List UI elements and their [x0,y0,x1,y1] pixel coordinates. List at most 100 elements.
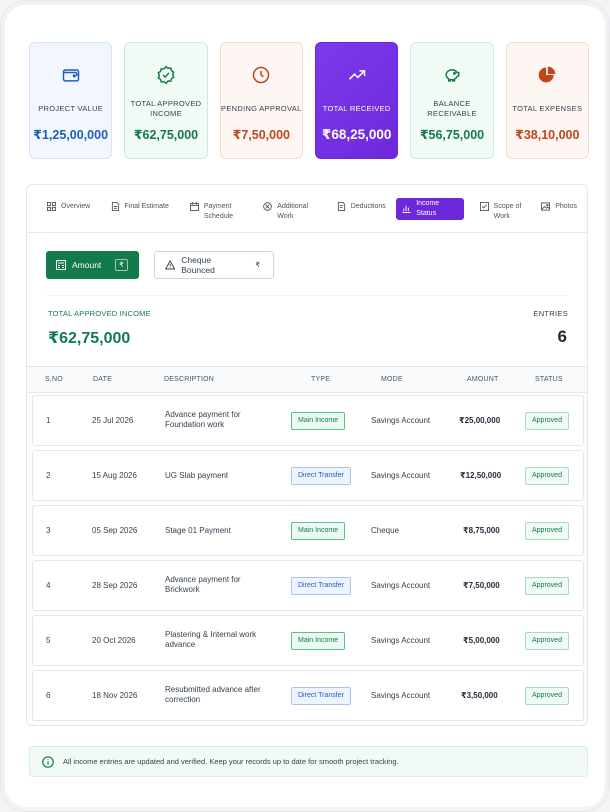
card-total-received[interactable]: TOTAL RECEIVED ₹68,25,000 [314,42,399,159]
tab-label: Payment Schedule [203,202,234,220]
pie-chart-icon [538,66,556,83]
tab-additional-work[interactable]: Additional Work [257,197,326,221]
total-approved-income-value: ₹62,75,000 [48,330,131,347]
row-date: 20 Oct 2026 [92,636,136,645]
tab-photos[interactable]: Photos [535,197,583,221]
header-description: DESCRIPTION [164,376,215,383]
amount-filter-button[interactable]: Amount ₹ [46,251,139,279]
status-badge: Approved [525,522,569,540]
info-banner-text: All income entries are updated and verif… [63,757,399,766]
table-row[interactable]: 2 15 Aug 2026 UG Slab payment Direct Tra… [32,450,584,501]
table-row[interactable]: 5 20 Oct 2026 Plastering & Internal work… [32,615,584,666]
row-amount: ₹8,75,000 [463,526,500,535]
row-mode: Cheque [371,526,400,535]
header-mode: MODE [381,376,403,383]
row-mode: Savings Account [371,691,431,700]
image-icon [541,201,551,211]
row-description: Advance payment for Brickwork [165,575,241,594]
tab-label: Photos [555,202,577,210]
bar-chart-icon [402,205,411,213]
divider [46,295,568,296]
info-banner: All income entries are updated and verif… [29,746,588,777]
card-value: ₹1,25,00,000 [33,128,109,142]
status-badge: Approved [525,687,569,705]
amount-filter-label: Amount [72,260,102,270]
card-total-expenses[interactable]: TOTAL EXPENSES ₹38,10,000 [505,42,589,159]
cheque-bounced-label: Cheque Bounced [181,255,215,275]
row-sno: 2 [46,471,51,480]
total-approved-income-label: TOTAL APPROVED INCOME [48,309,151,318]
tab-label: Overview [61,202,91,210]
calendar-icon [189,201,199,211]
row-sno: 5 [46,636,51,645]
type-badge: Main Income [291,412,346,430]
table-row[interactable]: 4 28 Sep 2026 Advance payment for Brickw… [32,560,584,611]
income-panel: Overview Final Estimate Payment Schedule… [26,184,588,726]
row-description: Plastering & Internal work advance [165,630,257,649]
tab-scope-of-work[interactable]: Scope of Work [474,197,532,221]
tab-label: Additional Work [277,202,309,220]
tab-income-status[interactable]: Income Status [396,197,464,220]
row-amount: ₹7,50,000 [463,581,500,590]
check-badge-icon [157,65,175,85]
card-pending-approval[interactable]: PENDING APPROVAL ₹7,50,000 [219,42,303,159]
receipt-icon [337,201,345,211]
rupee-chip: ₹ [115,259,128,271]
tab-payment-schedule[interactable]: Payment Schedule [184,197,253,221]
tab-overview[interactable]: Overview [41,197,101,221]
card-value: ₹38,10,000 [515,128,580,142]
table-row[interactable]: 1 25 Jul 2026 Advance payment for Founda… [32,395,584,446]
row-amount: ₹3,50,000 [461,691,498,700]
card-project-value[interactable]: PROJECT VALUE ₹1,25,00,000 [29,42,113,159]
type-badge: Direct Transfer [291,467,351,485]
card-total-approved-income[interactable]: TOTAL APPROVED INCOME ₹62,75,000 [124,42,208,159]
row-description: Advance payment for Foundation work [165,410,241,429]
row-date: 18 Nov 2026 [92,691,138,700]
app-frame: PROJECT VALUE ₹1,25,00,000 TOTAL APPROVE… [0,0,610,812]
card-label: BALANCE RECEIVABLE [427,99,477,118]
type-badge: Main Income [291,522,346,540]
plus-circle-icon [263,201,273,211]
row-date: 25 Jul 2026 [92,416,134,425]
row-description: Resubmitted advance after correction [165,685,261,704]
table-row[interactable]: 3 05 Sep 2026 Stage 01 Payment Main Inco… [32,505,584,556]
tab-bar: Overview Final Estimate Payment Schedule… [27,185,587,233]
card-label: PROJECT VALUE [38,104,104,113]
calculator-icon [56,260,66,270]
tab-final-estimate[interactable]: Final Estimate [105,197,180,221]
checklist-icon [479,201,489,211]
trend-up-icon [348,70,365,80]
wallet-icon [62,69,79,82]
header-status: STATUS [535,376,563,383]
table-header: S.NO DATE DESCRIPTION TYPE MODE AMOUNT S… [27,366,587,393]
row-mode: Savings Account [371,471,431,480]
row-sno: 3 [46,526,51,535]
row-description: Stage 01 Payment [165,526,231,535]
status-badge: Approved [525,467,569,485]
tab-label: Income Status [416,199,440,217]
cheque-bounced-button[interactable]: Cheque Bounced ₹ [154,251,274,279]
row-sno: 1 [46,416,51,425]
header-type: TYPE [311,376,331,383]
type-badge: Direct Transfer [291,577,351,595]
status-badge: Approved [525,577,569,595]
rupee-chip: ₹ [255,262,260,269]
card-value: ₹68,25,000 [321,127,392,142]
card-label: TOTAL EXPENSES [512,104,583,113]
card-label: TOTAL RECEIVED [322,104,391,113]
card-balance-receivable[interactable]: BALANCE RECEIVABLE ₹56,75,000 [410,42,494,159]
row-description: UG Slab payment [165,471,229,480]
table-row[interactable]: 6 18 Nov 2026 Resubmitted advance after … [32,670,584,721]
row-mode: Savings Account [371,581,431,590]
card-value: ₹56,75,000 [419,128,485,142]
clock-icon [253,66,270,84]
type-badge: Direct Transfer [291,687,351,705]
entries-count: 6 [557,327,567,346]
header-amount: AMOUNT [467,376,499,383]
row-mode: Savings Account [371,416,431,425]
piggy-bank-icon [445,69,460,82]
info-icon [42,755,54,768]
tab-deductions[interactable]: Deductions [331,197,393,221]
card-label: TOTAL APPROVED INCOME [130,99,202,118]
header-date: DATE [93,376,112,383]
